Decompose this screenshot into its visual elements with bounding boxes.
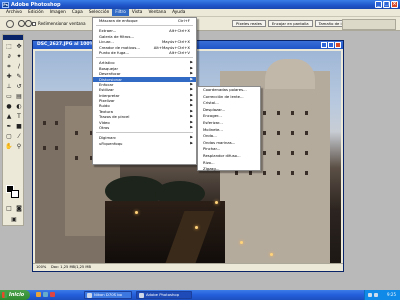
submenu-item-glass[interactable]: Cristal... — [198, 100, 260, 107]
path-selection-tool-icon[interactable]: ▲ — [5, 113, 13, 121]
menu-capa[interactable]: Capa — [69, 9, 86, 16]
menu-separator — [96, 57, 193, 59]
menu-item-vanishing-point[interactable]: Punto de fuga... Alt+Ctrl+V — [93, 50, 196, 55]
taskbar: Inicio Nikon D70S bo Adobe Photoshop 9:2… — [0, 290, 400, 300]
submenu-item-ocean-ripple[interactable]: Ondas marinas... — [198, 140, 260, 147]
magic-wand-tool-icon[interactable]: ✦ — [15, 53, 23, 61]
windows-logo-icon — [2, 292, 7, 298]
blur-tool-icon[interactable]: ● — [5, 103, 13, 111]
volume-icon[interactable] — [374, 293, 378, 297]
quicklaunch-media-icon[interactable] — [50, 292, 55, 297]
lasso-tool-icon[interactable]: ∂ — [5, 53, 13, 61]
history-brush-tool-icon[interactable]: ↺ — [15, 83, 23, 91]
submenu-item-twirl[interactable]: Molinete... — [198, 127, 260, 134]
system-tray: 9:25 — [364, 290, 400, 300]
folder-icon — [87, 293, 92, 298]
submenu-item-displace[interactable]: Desplazar... — [198, 107, 260, 114]
minimize-button[interactable]: _ — [375, 1, 382, 8]
submenu-item-lens-correction[interactable]: Corrección de lente... — [198, 94, 260, 101]
zoom-readout[interactable]: 100% — [36, 265, 46, 269]
photoshop-icon — [139, 293, 144, 298]
menu-ayuda[interactable]: Ayuda — [169, 9, 188, 16]
submenu-item-pinch[interactable]: Pinchar... — [198, 146, 260, 153]
menu-bar: Archivo Edición Imagen Capa Selección Fi… — [0, 9, 400, 17]
status-bar: 100% Doc: 1,25 MB/1,25 MB — [33, 263, 343, 271]
background-color-swatch[interactable] — [11, 190, 19, 198]
submenu-arrow-icon: ▶ — [190, 140, 193, 145]
crop-tool-icon[interactable]: ⌗ — [5, 63, 13, 71]
document-close-button[interactable] — [335, 42, 341, 48]
close-button[interactable]: × — [391, 1, 398, 8]
taskbar-item-photoshop[interactable]: Adobe Photoshop — [136, 291, 192, 299]
taskbar-item-nikon[interactable]: Nikon D70S bo — [84, 291, 132, 299]
photoshop-app-icon: Ps — [2, 1, 9, 8]
document-size-info: Doc: 1,25 MB/1,25 MB — [51, 265, 91, 269]
menu-item-unsharp-mask[interactable]: Máscara de enfoque Ctrl+F — [93, 18, 196, 23]
menu-edicion[interactable]: Edición — [25, 9, 47, 16]
clock[interactable]: 9:25 — [387, 292, 396, 297]
menu-separator — [96, 25, 193, 27]
notes-tool-icon[interactable]: ▢ — [5, 133, 13, 141]
move-tool-icon[interactable]: ✥ — [15, 43, 23, 51]
document-maximize-button[interactable] — [328, 42, 334, 48]
standard-mode-icon[interactable]: □ — [5, 205, 13, 213]
quicklaunch-ie-icon[interactable] — [36, 292, 41, 297]
gradient-tool-icon[interactable]: ▤ — [15, 93, 23, 101]
filter-menu: Máscara de enfoque Ctrl+F Extraer... Alt+C… — [92, 17, 197, 165]
zoom-out-icon[interactable] — [25, 20, 32, 27]
network-icon[interactable] — [368, 293, 372, 297]
menu-item-other[interactable]: Otros ▶ — [93, 125, 196, 130]
menu-separator — [96, 132, 193, 134]
healing-brush-tool-icon[interactable]: ✚ — [5, 73, 13, 81]
submenu-arrow-icon: ▶ — [190, 125, 193, 130]
menu-vista[interactable]: Vista — [129, 9, 146, 16]
pen-tool-icon[interactable]: ✒ — [5, 123, 13, 131]
submenu-item-ripple[interactable]: Rizo... — [198, 160, 260, 167]
screen-mode-icon[interactable]: ▣ — [10, 216, 18, 224]
options-bar: Redimensionar ventana Píxeles reales Enc… — [0, 17, 400, 31]
resize-window-label: Redimensionar ventana — [38, 21, 86, 26]
menu-ventana[interactable]: Ventana — [145, 9, 169, 16]
fit-screen-button[interactable]: Encajar en pantalla — [267, 20, 313, 27]
actual-pixels-button[interactable]: Píxeles reales — [232, 20, 266, 27]
shape-tool-icon[interactable]: ■ — [15, 123, 23, 131]
submenu-item-zigzag[interactable]: Zigzag... — [198, 166, 260, 173]
clone-stamp-tool-icon[interactable]: ⊥ — [5, 83, 13, 91]
window-title: Adobe Photoshop — [11, 1, 61, 8]
type-tool-icon[interactable]: T — [15, 113, 23, 121]
menu-archivo[interactable]: Archivo — [3, 9, 25, 16]
submenu-item-polar-coordinates[interactable]: Coordenadas polares... — [198, 87, 260, 94]
zoom-tool-icon[interactable]: ⚲ — [15, 143, 23, 151]
palette-well[interactable] — [342, 19, 396, 30]
hand-tool-icon[interactable]: ✋ — [5, 143, 13, 151]
toolbox: ⬚ ✥ ∂ ✦ ⌗ ∕ ✚ ✎ ⊥ ↺ ▭ ▤ ● ◐ ▲ T ✒ ■ ▢ ⁄ … — [2, 34, 24, 226]
quicklaunch-desktop-icon[interactable] — [43, 292, 48, 297]
distort-submenu: Coordenadas polares... Corrección de len… — [197, 86, 261, 171]
document-title: DSC_2627.JPG al 100% — [37, 42, 95, 47]
submenu-item-shear[interactable]: Encoger... — [198, 113, 260, 120]
toolbox-header[interactable] — [3, 35, 23, 40]
brush-tool-icon[interactable]: ✎ — [15, 73, 23, 81]
marquee-tool-icon[interactable]: ⬚ — [5, 43, 13, 51]
dodge-tool-icon[interactable]: ◐ — [15, 103, 23, 111]
menu-filtro[interactable]: Filtro — [112, 9, 129, 16]
zoom-tool-icon[interactable] — [6, 20, 14, 28]
document-minimize-button[interactable] — [321, 42, 327, 48]
menu-item-plugin[interactable]: uFiquenfoqu ▶ — [93, 141, 196, 146]
eraser-tool-icon[interactable]: ▭ — [5, 93, 13, 101]
submenu-item-wave[interactable]: Onda... — [198, 133, 260, 140]
start-label: Inicio — [9, 292, 25, 298]
menu-imagen[interactable]: Imagen — [47, 9, 69, 16]
maximize-button[interactable]: □ — [383, 1, 390, 8]
submenu-item-diffuse-glow[interactable]: Resplandor difuso... — [198, 153, 260, 160]
start-button[interactable]: Inicio — [0, 290, 30, 300]
title-bar: Ps Adobe Photoshop _ □ × — [0, 0, 400, 9]
submenu-item-spherize[interactable]: Esferizar... — [198, 120, 260, 127]
zoom-in-icon[interactable] — [18, 20, 25, 27]
eyedropper-tool-icon[interactable]: ⁄ — [15, 133, 23, 141]
quick-mask-icon[interactable]: ◙ — [15, 205, 23, 213]
menu-seleccion[interactable]: Selección — [86, 9, 112, 16]
slice-tool-icon[interactable]: ∕ — [15, 63, 23, 71]
resize-window-checkbox[interactable] — [32, 22, 36, 26]
